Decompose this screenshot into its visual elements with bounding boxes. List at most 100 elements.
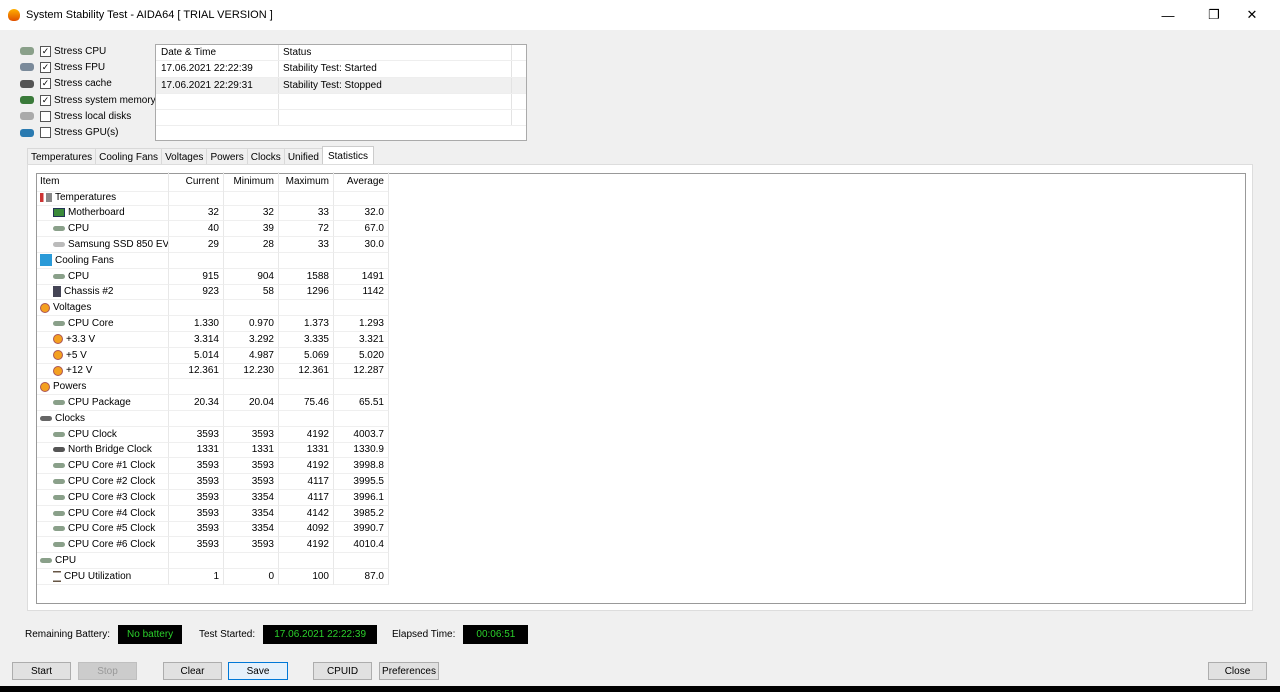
average-value: 3990.7	[334, 521, 389, 538]
tab-voltages[interactable]: Voltages	[161, 148, 208, 165]
close-window-button[interactable]: ✕	[1229, 0, 1275, 30]
table-row[interactable]: +12 V 12.361 12.230 12.361 12.287	[37, 363, 1245, 380]
table-group-row[interactable]: Clocks	[37, 410, 1245, 427]
current-value: 1.330	[169, 316, 224, 332]
current-value: 3593	[169, 489, 224, 506]
minimum-value: 1331	[224, 442, 279, 459]
tab-clocks[interactable]: Clocks	[246, 148, 285, 165]
cpu-icon	[53, 479, 65, 485]
tab-temperatures[interactable]: Temperatures	[27, 148, 97, 165]
stress-option[interactable]: Stress GPU(s)	[20, 124, 156, 140]
tab-unified[interactable]: Unified	[283, 148, 323, 165]
start-button[interactable]: Start	[12, 662, 71, 680]
minimum-value: 3354	[224, 489, 279, 506]
stress-option[interactable]: ✓ Stress CPU	[20, 43, 156, 59]
table-group-row[interactable]: CPU	[37, 553, 1245, 569]
table-row[interactable]: CPU Core #6 Clock 3593 3593 4192 4010.4	[37, 537, 1245, 554]
checkbox[interactable]: ✓	[40, 94, 51, 106]
checkbox[interactable]: ✓	[40, 45, 51, 57]
log-row[interactable]: 17.06.2021 22:29:31 Stability Test: Stopp…	[156, 77, 526, 94]
item-label: North Bridge Clock	[68, 444, 152, 456]
item-label: CPU	[68, 223, 90, 235]
minimize-button[interactable]: —	[1145, 0, 1191, 30]
item-label: CPU Core #2 Clock	[68, 476, 156, 488]
tab-powers[interactable]: Powers	[206, 148, 248, 165]
cpu-icon	[53, 542, 65, 548]
maximum-value: 72	[279, 221, 334, 238]
stress-option[interactable]: Stress local disks	[20, 108, 156, 124]
close-button[interactable]: Close	[1208, 662, 1267, 680]
table-row[interactable]: Motherboard 32 32 33 32.0	[37, 205, 1245, 222]
table-row[interactable]: CPU 915 904 1588 1491	[37, 268, 1245, 285]
average-value	[334, 300, 389, 317]
table-row[interactable]: CPU Package 20.34 20.04 75.46 65.51	[37, 395, 1245, 411]
minimum-value	[224, 189, 279, 206]
item-label: CPU Core #5 Clock	[68, 523, 156, 535]
stop-button[interactable]: Stop	[78, 662, 137, 680]
stress-option[interactable]: ✓ Stress cache	[20, 76, 156, 92]
battery-status: Remaining Battery: No battery	[25, 625, 183, 644]
statistics-table[interactable]: Item Current Minimum Maximum Average Tem…	[36, 171, 1246, 604]
checkbox[interactable]: ✓	[40, 61, 51, 73]
battery-label: Remaining Battery:	[25, 629, 111, 640]
maximum-value: 4192	[279, 537, 334, 554]
table-row[interactable]: +5 V 5.014 4.987 5.069 5.020	[37, 347, 1245, 364]
table-group-row[interactable]: Temperatures	[37, 189, 1245, 206]
average-value: 1.293	[334, 316, 389, 332]
checkbox[interactable]: ✓	[40, 78, 51, 90]
save-button[interactable]: Save	[228, 662, 288, 680]
stress-option[interactable]: ✓ Stress FPU	[20, 59, 156, 75]
stress-option[interactable]: ✓ Stress system memory	[20, 92, 156, 108]
cpu-icon	[53, 400, 65, 406]
clear-button[interactable]: Clear	[163, 662, 222, 680]
elapsed-label: Elapsed Time:	[392, 629, 456, 640]
table-row[interactable]: CPU Core #2 Clock 3593 3593 4117 3995.5	[37, 474, 1245, 490]
cpu-icon	[53, 226, 65, 232]
table-group-row[interactable]: Powers	[37, 379, 1245, 396]
tab-statistics[interactable]: Statistics	[321, 146, 374, 165]
log-row[interactable]: 17.06.2021 22:22:39 Stability Test: Start…	[156, 61, 526, 78]
table-row[interactable]: North Bridge Clock 1331 1331 1331 1330.9	[37, 442, 1245, 459]
stress-options: ✓ Stress CPU ✓ Stress FPU ✓ Stress cache ✓ Stre…	[20, 43, 156, 141]
tab-cooling-fans[interactable]: Cooling Fans	[95, 148, 163, 165]
event-log[interactable]: Date & Time Status 17.06.2021 22:22:39 St…	[155, 44, 527, 141]
table-group-row[interactable]: Voltages	[37, 300, 1245, 317]
log-row[interactable]	[156, 110, 526, 127]
statistics-panel: Item Current Minimum Maximum Average Tem…	[27, 164, 1253, 611]
table-row[interactable]: Chassis #2 923 58 1296 1142	[37, 284, 1245, 301]
preferences-button[interactable]: Preferences	[379, 662, 439, 680]
table-row[interactable]: CPU 40 39 72 67.0	[37, 221, 1245, 238]
table-group-row[interactable]: Cooling Fans	[37, 252, 1245, 269]
cpu-icon	[53, 463, 65, 469]
column-date-time[interactable]: Date & Time	[156, 45, 279, 61]
maximum-value	[279, 553, 334, 569]
test-started-label: Test Started:	[199, 629, 256, 640]
minimum-value: 0	[224, 568, 279, 585]
current-value: 3593	[169, 537, 224, 554]
minimum-value	[224, 553, 279, 569]
item-label: Clocks	[55, 412, 86, 424]
average-value	[334, 189, 389, 206]
item-label: CPU Clock	[68, 428, 117, 440]
log-row[interactable]	[156, 93, 526, 111]
column-status[interactable]: Status	[279, 45, 512, 61]
checkbox[interactable]	[40, 110, 51, 122]
minimum-value: 0.970	[224, 316, 279, 332]
average-value: 3996.1	[334, 489, 389, 506]
average-value	[334, 379, 389, 396]
table-row[interactable]: +3.3 V 3.314 3.292 3.335 3.321	[37, 331, 1245, 348]
checkbox[interactable]	[40, 127, 51, 139]
table-row[interactable]: Samsung SSD 850 EV... 29 28 33 30.0	[37, 237, 1245, 253]
table-row[interactable]: CPU Core #4 Clock 3593 3354 4142 3985.2	[37, 505, 1245, 522]
table-row[interactable]: CPU Core #3 Clock 3593 3354 4117 3996.1	[37, 489, 1245, 506]
table-row[interactable]: CPU Clock 3593 3593 4192 4003.7	[37, 426, 1245, 443]
cpuid-button[interactable]: CPUID	[313, 662, 372, 680]
item-label: CPU Core #3 Clock	[68, 491, 156, 503]
table-row[interactable]: CPU Core 1.330 0.970 1.373 1.293	[37, 316, 1245, 332]
maximum-value: 33	[279, 205, 334, 222]
maximum-value: 4117	[279, 489, 334, 506]
table-row[interactable]: CPU Utilization 1 0 100 87.0	[37, 568, 1245, 585]
current-value: 1331	[169, 442, 224, 459]
table-row[interactable]: CPU Core #5 Clock 3593 3354 4092 3990.7	[37, 521, 1245, 538]
table-row[interactable]: CPU Core #1 Clock 3593 3593 4192 3998.8	[37, 458, 1245, 475]
